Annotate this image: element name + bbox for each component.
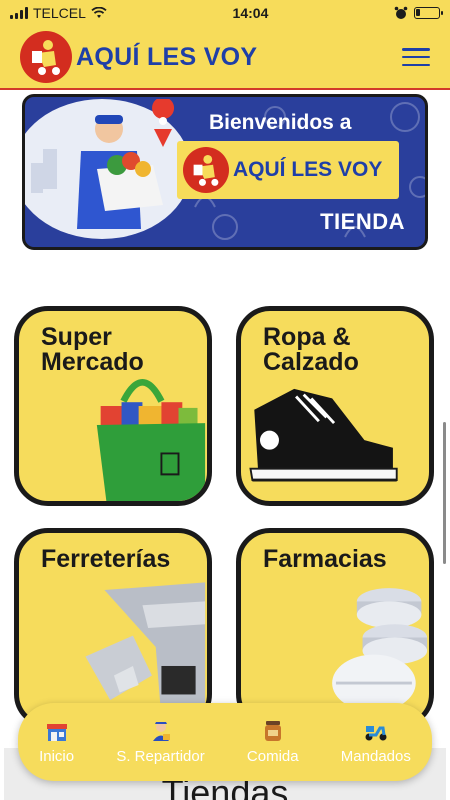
nav-label: Mandados: [340, 747, 411, 765]
wifi-icon: [91, 7, 107, 18]
banner-welcome-text: Bienvenidos a: [209, 111, 352, 134]
pills-icon: [332, 588, 428, 712]
nav-label: S. Repartidor: [116, 747, 205, 765]
delivery-person-icon: [152, 721, 170, 741]
brand-name: AQUÍ LES VOY: [76, 42, 258, 71]
category-card-ferreterias[interactable]: Ferreterías: [14, 528, 212, 728]
bottom-navigation: Inicio S. Repartidor Comida Mandados: [18, 703, 432, 781]
nav-label: Inicio: [39, 747, 75, 765]
clock: 14:04: [232, 5, 269, 21]
banner-logo-icon: [183, 147, 229, 193]
nav-comida[interactable]: Comida: [247, 720, 299, 765]
grocery-bag-icon: [96, 379, 206, 501]
banner-subtitle: TIENDA: [320, 209, 405, 234]
category-card-supermercado[interactable]: Super Mercado: [14, 306, 212, 506]
welcome-banner[interactable]: Bienvenidos a AQUÍ LES VOY TIENDA: [22, 94, 428, 250]
carrier-label: TELCEL: [33, 5, 86, 21]
scooter-icon: [365, 725, 387, 740]
nav-s-repartidor[interactable]: S. Repartidor: [116, 720, 205, 765]
app-screen: TELCEL 14:04 AQUÍ LES VOY Bienvenidos a …: [0, 0, 450, 800]
battery-icon: [413, 7, 443, 19]
banner-brand-name: AQUÍ LES VOY: [233, 158, 383, 181]
food-jar-icon: [264, 720, 281, 741]
app-header: AQUÍ LES VOY: [0, 26, 450, 90]
alarm-icon: [394, 6, 408, 19]
delivery-person-illustration: [25, 97, 191, 239]
brand-logo-icon: [20, 31, 72, 83]
status-bar: TELCEL 14:04: [0, 0, 450, 26]
nav-label: Comida: [246, 747, 299, 765]
wrench-icon: [85, 582, 206, 720]
page-scrollbar[interactable]: [443, 422, 446, 564]
status-right: [394, 6, 443, 20]
category-card-farmacias[interactable]: Farmacias: [236, 528, 434, 728]
signal-icon: [10, 7, 28, 19]
sneaker-icon: [249, 388, 398, 482]
status-left: TELCEL: [10, 5, 107, 21]
category-card-ropa-calzado[interactable]: Ropa & Calzado: [236, 306, 434, 506]
store-icon: [46, 723, 67, 741]
nav-inicio[interactable]: Inicio: [39, 720, 74, 765]
hamburger-menu-icon[interactable]: [402, 46, 430, 68]
banner-brand-pill: AQUÍ LES VOY: [177, 141, 399, 199]
nav-mandados[interactable]: Mandados: [341, 720, 411, 765]
